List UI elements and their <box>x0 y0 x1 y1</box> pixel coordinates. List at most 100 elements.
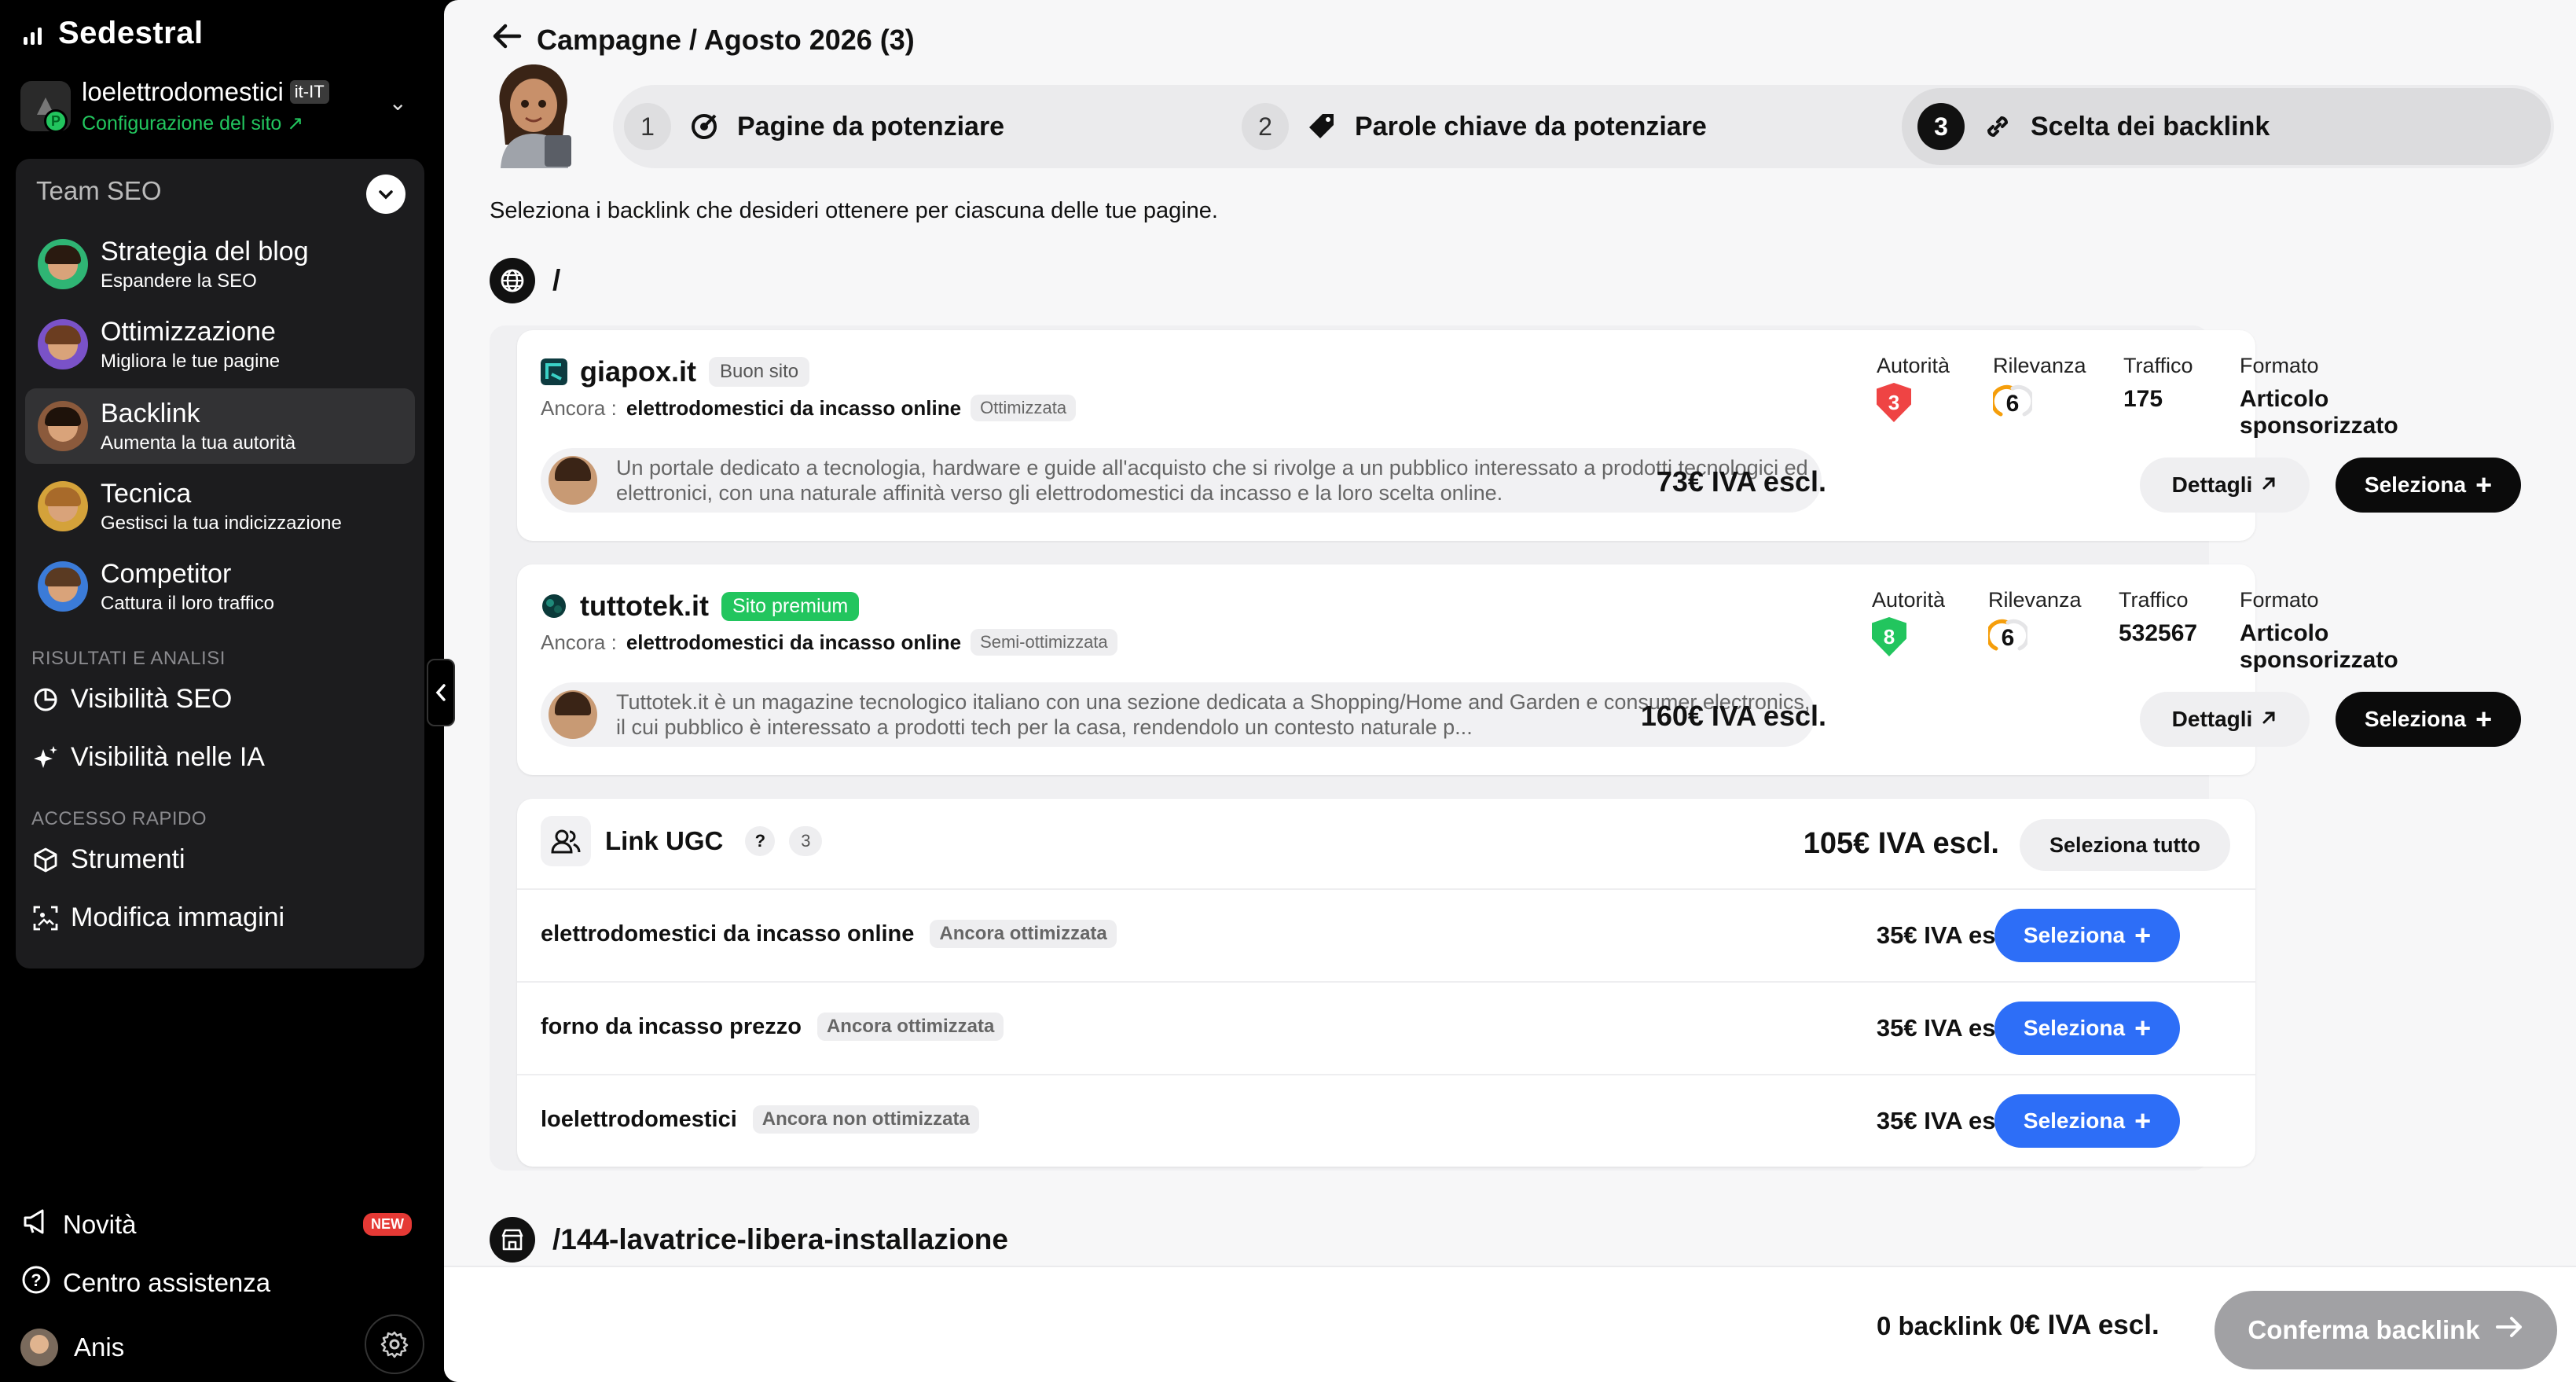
sidebar-collapse-button[interactable] <box>427 659 455 726</box>
relevance-gauge-icon: 6 <box>1988 617 2027 656</box>
offer-price: 160€ IVA escl. <box>1640 700 1826 732</box>
anchor-label: Ancora : <box>541 630 617 654</box>
arrow-right-icon <box>2494 1315 2524 1345</box>
plus-icon: + <box>2134 1012 2152 1044</box>
plus-icon: + <box>2134 919 2152 951</box>
users-icon <box>541 816 591 866</box>
offer-card: giapox.it Buon sito Ancora : elettrodome… <box>517 330 2521 541</box>
site-name: loelettrodomestici <box>82 77 284 106</box>
ugc-row: loelettrodomestici Ancora non ottimizzat… <box>517 1074 2255 1167</box>
settings-button[interactable] <box>365 1314 424 1374</box>
ugc-anchor-text: loelettrodomestici <box>541 1106 737 1132</box>
locale-badge: it-IT <box>289 80 329 104</box>
nav-help-center[interactable]: ? Centro assistenza <box>20 1264 270 1302</box>
button-label: Seleziona <box>2364 707 2467 731</box>
button-label: Seleziona <box>2023 1108 2126 1133</box>
help-circle-icon: ? <box>20 1264 52 1302</box>
metric-label: Formato <box>2240 354 2319 377</box>
plus-icon: + <box>2134 1104 2152 1137</box>
details-button[interactable]: Dettagli <box>2140 692 2310 747</box>
ugc-title: Link UGC <box>605 826 724 855</box>
confirm-backlinks-button[interactable]: Conferma backlink <box>2215 1291 2557 1369</box>
metric-label: Traffico <box>2123 354 2193 377</box>
site-quality-tag: Sito premium <box>721 591 860 621</box>
nav-seo-visibility[interactable]: Visibilità SEO <box>31 684 232 715</box>
globe-icon <box>490 258 535 303</box>
agent-avatar <box>38 481 88 531</box>
select-button[interactable]: Seleziona + <box>2336 458 2521 513</box>
site-switcher[interactable]: P loelettrodomestici it-IT Configurazion… <box>20 72 421 140</box>
metric-format: Formato Articolo sponsorizzato <box>2240 588 2398 674</box>
authority-shield-icon: 3 <box>1877 383 1911 422</box>
agent-competitor[interactable]: Competitor Cattura il loro traffico <box>25 549 415 624</box>
relevance-value: 6 <box>2005 391 2020 417</box>
anchor-status-tag: Ancora non ottimizzata <box>752 1105 979 1134</box>
agent-subtitle: Gestisci la tua indicizzazione <box>101 512 342 534</box>
description-text: Un portale dedicato a tecnologia, hardwa… <box>616 456 1808 505</box>
agent-technical[interactable]: Tecnica Gestisci la tua indicizzazione <box>25 469 415 544</box>
step-backlinks[interactable]: 3 Scelta dei backlink <box>1917 85 2270 168</box>
chart-pie-icon <box>31 685 60 714</box>
site-logo: P <box>20 81 71 133</box>
team-collapse-button[interactable] <box>366 175 405 214</box>
anchor-status-tag: Ancora ottimizzata <box>816 1013 1004 1041</box>
button-label: Dettagli <box>2171 707 2253 731</box>
site-config-link[interactable]: Configurazione del sito ↗ <box>82 112 329 135</box>
select-button[interactable]: Seleziona + <box>1994 1002 2180 1055</box>
section-label-quick: ACCESSO RAPIDO <box>31 808 207 829</box>
megaphone-icon <box>20 1206 52 1244</box>
agent-optimization[interactable]: Ottimizzazione Migliora le tue pagine <box>25 307 415 382</box>
user-profile[interactable]: Anis <box>20 1329 124 1366</box>
agent-subtitle: Migliora le tue pagine <box>101 350 281 372</box>
offer-domain[interactable]: tuttotek.it <box>580 590 709 623</box>
traffic-value: 175 <box>2123 386 2163 412</box>
brand[interactable]: Sedestral <box>24 16 204 51</box>
select-button[interactable]: Seleziona + <box>1994 1094 2180 1148</box>
select-all-button[interactable]: Seleziona tutto <box>2020 819 2230 871</box>
nav-label: Visibilità nelle IA <box>71 742 265 772</box>
page-title: Campagne / Agosto 2026 (3) <box>537 23 915 56</box>
step-keywords[interactable]: 2 Parole chiave da potenziare <box>1242 85 1707 168</box>
help-icon[interactable]: ? <box>745 826 776 856</box>
agent-blog-strategy[interactable]: Strategia del blog Espandere la SEO <box>25 226 415 302</box>
relevance-value: 6 <box>2001 625 2015 651</box>
page-heading-product: /144-lavatrice-libera-installazione <box>490 1217 1008 1263</box>
agent-avatar <box>38 561 88 612</box>
agent-backlink[interactable]: Backlink Aumenta la tua autorità <box>25 388 415 464</box>
avatar <box>549 690 597 739</box>
select-button[interactable]: Seleziona + <box>1994 909 2180 962</box>
link-icon <box>1982 111 2013 142</box>
agent-title: Competitor <box>101 558 232 589</box>
intro-text: Seleziona i backlink che desideri ottene… <box>490 198 1218 223</box>
external-arrow-icon <box>2260 707 2277 732</box>
button-label: Conferma backlink <box>2248 1315 2480 1344</box>
nav-edit-images[interactable]: Modifica immagini <box>31 902 284 933</box>
stepper: 1 Pagine da potenziare 2 Parole chiave d… <box>613 85 2554 168</box>
nav-label: Visibilità SEO <box>71 684 233 714</box>
relevance-gauge-icon: 6 <box>1993 383 2032 422</box>
brand-logo-icon <box>24 23 46 45</box>
details-button[interactable]: Dettagli <box>2140 458 2310 513</box>
button-label: Seleziona <box>2023 1016 2126 1040</box>
chevron-down-icon[interactable]: ⌄ <box>389 90 407 116</box>
metric-label: Autorità <box>1872 588 1946 612</box>
nav-tools[interactable]: Strumenti <box>31 844 185 875</box>
step-pages[interactable]: 1 Pagine da potenziare <box>624 85 1004 168</box>
metric-traffic: Traffico 175 <box>2123 354 2193 413</box>
site-quality-tag: Buon sito <box>709 357 810 387</box>
nav-ai-visibility[interactable]: Visibilità nelle IA <box>31 742 265 773</box>
section-label-results: RISULTATI E ANALISI <box>31 648 226 669</box>
offer-domain[interactable]: giapox.it <box>580 355 696 388</box>
step-number: 1 <box>624 103 671 150</box>
ugc-total-price: 105€ IVA escl. <box>1803 827 1999 860</box>
footer-bar: 0 backlink 0€ IVA escl. Conferma backlin… <box>444 1266 2576 1382</box>
back-arrow-icon[interactable] <box>491 22 523 57</box>
site-plan-badge: P <box>44 109 68 133</box>
favicon-icon <box>541 358 567 385</box>
nav-news[interactable]: Novità <box>20 1206 137 1244</box>
agent-subtitle: Aumenta la tua autorità <box>101 432 296 454</box>
select-button[interactable]: Seleziona + <box>2336 692 2521 747</box>
ugc-card: Link UGC ? 3 105€ IVA escl. Seleziona tu… <box>517 799 2255 1167</box>
metric-label: Rilevanza <box>1988 588 2082 612</box>
new-badge: NEW <box>363 1213 412 1236</box>
